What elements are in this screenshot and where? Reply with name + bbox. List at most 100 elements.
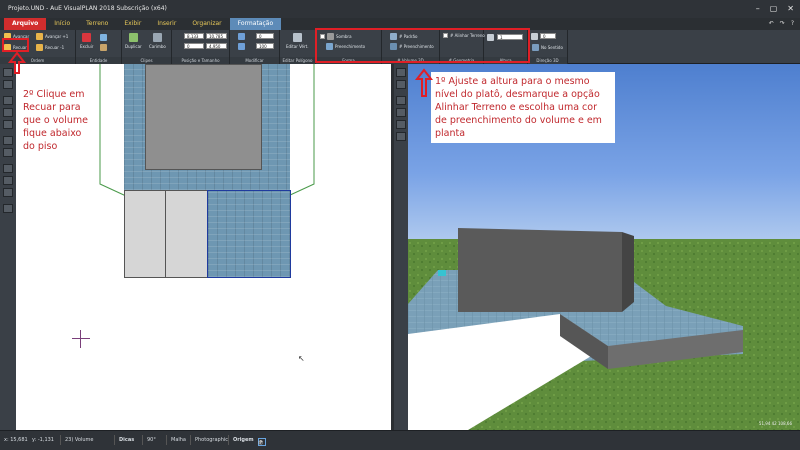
title-bar: Projeto.UND - AuE VisualPLAN 2018 Subscr… — [0, 0, 800, 18]
snap-tool-icon[interactable] — [3, 148, 13, 157]
status-x: x: 15,681 — [4, 437, 28, 443]
highlight-recuar — [2, 38, 29, 52]
group-label-direcao: Direção 3D — [528, 57, 567, 64]
redo-icon[interactable]: ↷ — [780, 18, 785, 30]
rotation-field[interactable]: 0 — [256, 33, 274, 39]
tab-organizar[interactable]: Organizar — [184, 18, 229, 30]
recuar-um-button[interactable]: Recuar -1 — [36, 44, 64, 51]
status-bar: x: 15,681 y: -1,131 23) Volume Dicas 90°… — [0, 430, 800, 450]
group-label-clipes: Clipes — [122, 57, 171, 64]
annotation-left: 2º Clique em Recuar para que o volume fi… — [23, 88, 95, 153]
crosshair-v — [80, 330, 81, 348]
view-tool-icon[interactable] — [3, 176, 13, 185]
tab-arquivo[interactable]: Arquivo — [4, 18, 47, 30]
editar-vertices-button[interactable]: Editar Vért. — [286, 33, 308, 49]
pool-hint — [438, 270, 446, 276]
copy-button[interactable] — [100, 34, 107, 41]
tab-inicio[interactable]: Início — [46, 18, 78, 30]
close-icon[interactable]: ✕ — [787, 0, 794, 18]
terrain-edge-left — [99, 64, 127, 197]
status-photographic[interactable]: Photographic — [190, 435, 228, 445]
house-volume[interactable] — [145, 64, 262, 170]
minimize-icon[interactable]: – — [756, 0, 760, 18]
group-direcao: 0 No Sentido Direção 3D — [528, 30, 568, 64]
tab-formatacao[interactable]: Formatação — [229, 18, 282, 30]
paste-button[interactable] — [100, 44, 107, 51]
group-label-entidade: Entidade — [76, 57, 121, 64]
group-entidade: Excluir Entidade — [76, 30, 122, 64]
view3d-readout: 51,94 42 108,66 — [758, 421, 792, 426]
width-field[interactable]: 10,785 — [206, 33, 227, 39]
orbit-3d-icon[interactable] — [396, 80, 406, 89]
terrain-edge-right — [287, 64, 315, 197]
help-icon[interactable]: ? — [791, 18, 794, 30]
pos-x-field[interactable]: 8,133 — [184, 33, 204, 39]
direction-arrow-icon — [531, 33, 538, 40]
print-tool-icon[interactable] — [3, 188, 13, 197]
group-label-editar: Editar Polígono — [280, 57, 315, 64]
snap-target-icon[interactable]: ◎ — [258, 438, 266, 446]
tab-inserir[interactable]: Inserir — [149, 18, 184, 30]
copy-icon — [100, 34, 107, 41]
select-tool-icon[interactable] — [3, 68, 13, 77]
paste-icon — [100, 44, 107, 51]
scale-field[interactable]: 100 — [256, 43, 274, 49]
highlight-volume-options — [315, 28, 530, 63]
measure-tool-icon[interactable] — [3, 120, 13, 129]
duplicar-button[interactable]: Duplicar — [125, 33, 142, 49]
maximize-icon[interactable]: ▢ — [770, 0, 778, 18]
no-sentido-button[interactable]: No Sentido — [532, 44, 563, 51]
pan-tool-icon[interactable] — [3, 108, 13, 117]
slab-divider — [165, 190, 166, 278]
status-origem[interactable]: Origem — [228, 435, 254, 445]
annotation-right: 1º Ajuste a altura para o mesmo nível do… — [431, 72, 615, 143]
undo-icon[interactable]: ↶ — [769, 18, 774, 30]
pan-3d-icon[interactable] — [396, 120, 406, 129]
house-wall-side — [622, 232, 634, 312]
scale-icon[interactable] — [238, 43, 245, 50]
status-selection: 23) Volume — [60, 435, 94, 445]
selected-volume[interactable] — [207, 190, 291, 278]
status-malha[interactable]: Malha — [166, 435, 186, 445]
status-angle[interactable]: 90° — [142, 435, 156, 445]
crosshair-tool-icon[interactable] — [3, 204, 13, 213]
height-field[interactable]: 4,950 — [206, 43, 227, 49]
mouse-pointer-icon: ↖ — [298, 354, 305, 363]
pos-y-field[interactable]: 0 — [184, 43, 204, 49]
rotate-icon[interactable] — [238, 33, 245, 40]
carimbo-button[interactable]: Carimbo — [149, 33, 166, 49]
duplicate-icon — [128, 33, 138, 42]
window-title: Projeto.UND - AuE VisualPLAN 2018 Subscr… — [8, 5, 167, 12]
camera-3d-icon[interactable] — [396, 132, 406, 141]
crosshair-h — [72, 338, 90, 339]
walk-3d-icon[interactable] — [396, 96, 406, 105]
plan-toolbar — [0, 64, 16, 430]
zoom-tool-icon[interactable] — [3, 96, 13, 105]
select-3d-icon[interactable] — [396, 68, 406, 77]
avancar-um-button[interactable]: Avançar +1 — [36, 33, 68, 40]
direction-icon — [532, 44, 539, 51]
group-label-posicao: Posição e Tamanho — [172, 57, 229, 64]
back-one-icon — [36, 44, 43, 51]
house-wall — [458, 228, 622, 312]
tab-exibir[interactable]: Exibir — [116, 18, 149, 30]
status-dicas[interactable]: Dicas — [114, 435, 134, 445]
group-editar: Editar Vért. Editar Polígono — [280, 30, 316, 64]
grid-tool-icon[interactable] — [3, 164, 13, 173]
group-posicao: 8,133 0 10,785 4,950 Posição e Tamanho — [172, 30, 230, 64]
view3d-toolbar — [394, 64, 408, 430]
dropdown-tool-icon[interactable] — [3, 80, 13, 89]
stamp-icon — [152, 33, 162, 42]
vertex-edit-icon — [292, 33, 302, 42]
layer-tool-icon[interactable] — [3, 136, 13, 145]
patio-slab[interactable] — [124, 190, 208, 278]
zoom-3d-icon[interactable] — [396, 108, 406, 117]
group-label-ordem: Ordem — [0, 57, 75, 64]
excluir-button[interactable]: Excluir — [80, 33, 93, 49]
status-y: y: -1,131 — [32, 437, 54, 443]
group-modificar: 0 100 Modificar — [230, 30, 280, 64]
forward-one-icon — [36, 33, 43, 40]
group-label-modificar: Modificar — [230, 57, 279, 64]
tab-terreno[interactable]: Terreno — [78, 18, 116, 30]
direcao-field[interactable]: 0 — [540, 33, 556, 39]
